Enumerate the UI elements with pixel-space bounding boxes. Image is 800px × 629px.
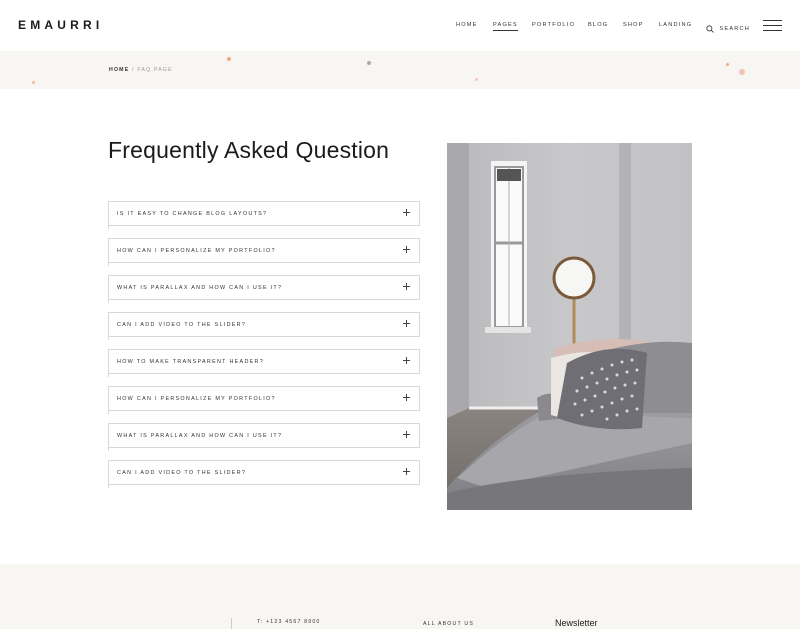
plus-icon[interactable] [403,209,410,216]
plus-icon[interactable] [403,468,410,475]
footer-newsletter-heading: Newsletter [555,618,598,628]
plus-icon[interactable] [403,283,410,290]
faq-item[interactable]: HOW CAN I PERSONALIZE MY PORTFOLIO? [108,238,420,266]
plus-icon[interactable] [403,357,410,364]
site-footer: T: +123 4567 8900 ALL ABOUT US Newslette… [0,564,800,629]
search-icon [706,25,714,33]
decorative-dot [227,57,231,61]
breadcrumb-home[interactable]: HOME [109,67,129,73]
faq-question: WHAT IS PARALLAX AND HOW CAN I USE IT? [117,433,283,439]
main-nav: HOME PAGES PORTFOLIO BLOG SHOP LANDING [0,22,800,32]
faq-accordion: IS IT EASY TO CHANGE BLOG LAYOUTS? HOW C… [108,201,420,497]
faq-item[interactable]: WHAT IS PARALLAX AND HOW CAN I USE IT? [108,423,420,451]
nav-home[interactable]: HOME [456,22,478,28]
breadcrumb-current: FAQ PAGE [137,67,173,73]
decorative-dot [32,81,35,84]
faq-item[interactable]: HOW TO MAKE TRANSPARENT HEADER? [108,349,420,377]
nav-shop[interactable]: SHOP [623,22,644,28]
footer-divider [231,618,232,629]
faq-question: CAN I ADD VIDEO TO THE SLIDER? [117,322,247,328]
site-header: EMAURRI HOME PAGES PORTFOLIO BLOG SHOP L… [0,0,800,51]
faq-item[interactable]: IS IT EASY TO CHANGE BLOG LAYOUTS? [108,201,420,229]
breadcrumb-separator: / [132,67,135,73]
faq-item[interactable]: CAN I ADD VIDEO TO THE SLIDER? [108,460,420,488]
page-title: Frequently Asked Question [108,137,390,163]
interior-photo [447,143,692,510]
plus-icon[interactable] [403,394,410,401]
faq-question: HOW TO MAKE TRANSPARENT HEADER? [117,359,265,365]
decorative-dot [367,61,371,65]
hamburger-menu-icon[interactable] [763,20,782,31]
decorative-dot [475,78,478,81]
nav-portfolio[interactable]: PORTFOLIO [532,22,575,28]
nav-landing[interactable]: LANDING [659,22,692,28]
search-button[interactable]: SEARCH [706,20,750,33]
plus-icon[interactable] [403,246,410,253]
footer-about-heading: ALL ABOUT US [423,621,475,627]
search-label: SEARCH [719,25,750,32]
nav-blog[interactable]: BLOG [588,22,608,28]
faq-question: HOW CAN I PERSONALIZE MY PORTFOLIO? [117,396,276,402]
breadcrumb: HOME / FAQ PAGE [109,67,173,73]
plus-icon[interactable] [403,320,410,327]
decorative-dot [726,63,729,66]
footer-phone[interactable]: T: +123 4567 8900 [257,619,321,625]
faq-question: WHAT IS PARALLAX AND HOW CAN I USE IT? [117,285,283,291]
faq-question: IS IT EASY TO CHANGE BLOG LAYOUTS? [117,211,268,217]
faq-item[interactable]: CAN I ADD VIDEO TO THE SLIDER? [108,312,420,340]
interior-photo-illustration [447,143,692,510]
nav-pages[interactable]: PAGES [493,22,518,31]
plus-icon[interactable] [403,431,410,438]
decorative-dot [739,69,745,75]
faq-item[interactable]: HOW CAN I PERSONALIZE MY PORTFOLIO? [108,386,420,414]
faq-item[interactable]: WHAT IS PARALLAX AND HOW CAN I USE IT? [108,275,420,303]
faq-question: CAN I ADD VIDEO TO THE SLIDER? [117,470,247,476]
faq-question: HOW CAN I PERSONALIZE MY PORTFOLIO? [117,248,276,254]
page-title-band: HOME / FAQ PAGE [0,51,800,89]
